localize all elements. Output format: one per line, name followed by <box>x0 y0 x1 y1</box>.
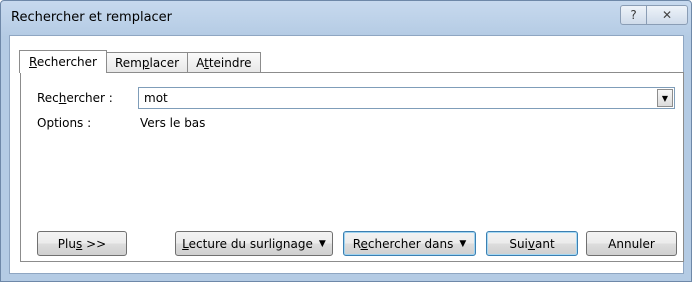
tab-rechercher[interactable]: Rechercher <box>19 50 107 73</box>
find-label: Rechercher : <box>37 91 113 105</box>
close-button[interactable]: ✕ <box>646 5 688 25</box>
next-button-label: Suivant <box>509 236 555 251</box>
more-button[interactable]: Plus >> <box>37 231 127 256</box>
window-title: Rechercher et remplacer <box>11 10 173 25</box>
help-button[interactable]: ? <box>620 5 647 25</box>
cancel-button[interactable]: Annuler <box>586 231 677 256</box>
caret-down-icon: ▼ <box>318 238 326 249</box>
chevron-down-icon: ▼ <box>661 93 669 103</box>
tab-atteindre[interactable]: Atteindre <box>187 52 261 72</box>
options-label: Options : <box>37 116 92 130</box>
title-bar[interactable]: Rechercher et remplacer ? ✕ <box>1 1 691 35</box>
find-input[interactable]: mot <box>144 91 168 105</box>
cancel-button-label: Annuler <box>608 236 655 251</box>
more-button-label: Plus >> <box>57 236 107 251</box>
options-value: Vers le bas <box>140 116 206 130</box>
reading-highlight-label: Lecture du surlignage <box>182 236 313 251</box>
close-icon: ✕ <box>661 8 673 22</box>
tab-strip: Rechercher Remplacer Atteindre <box>19 50 261 73</box>
tab-label: Remplacer <box>114 55 180 70</box>
find-dropdown-button[interactable]: ▼ <box>657 89 673 107</box>
next-button[interactable]: Suivant <box>486 231 578 256</box>
reading-highlight-button[interactable]: Lecture du surlignage ▼ <box>175 231 333 256</box>
caret-down-icon: ▼ <box>459 238 467 249</box>
find-in-label: Rechercher dans <box>352 236 454 251</box>
tab-label: Rechercher <box>29 55 97 69</box>
find-combobox[interactable]: mot ▼ <box>138 87 675 109</box>
find-in-button[interactable]: Rechercher dans ▼ <box>343 231 476 256</box>
tab-remplacer[interactable]: Remplacer <box>105 52 189 72</box>
tab-label: Atteindre <box>196 55 252 70</box>
question-mark-icon: ? <box>630 8 637 22</box>
